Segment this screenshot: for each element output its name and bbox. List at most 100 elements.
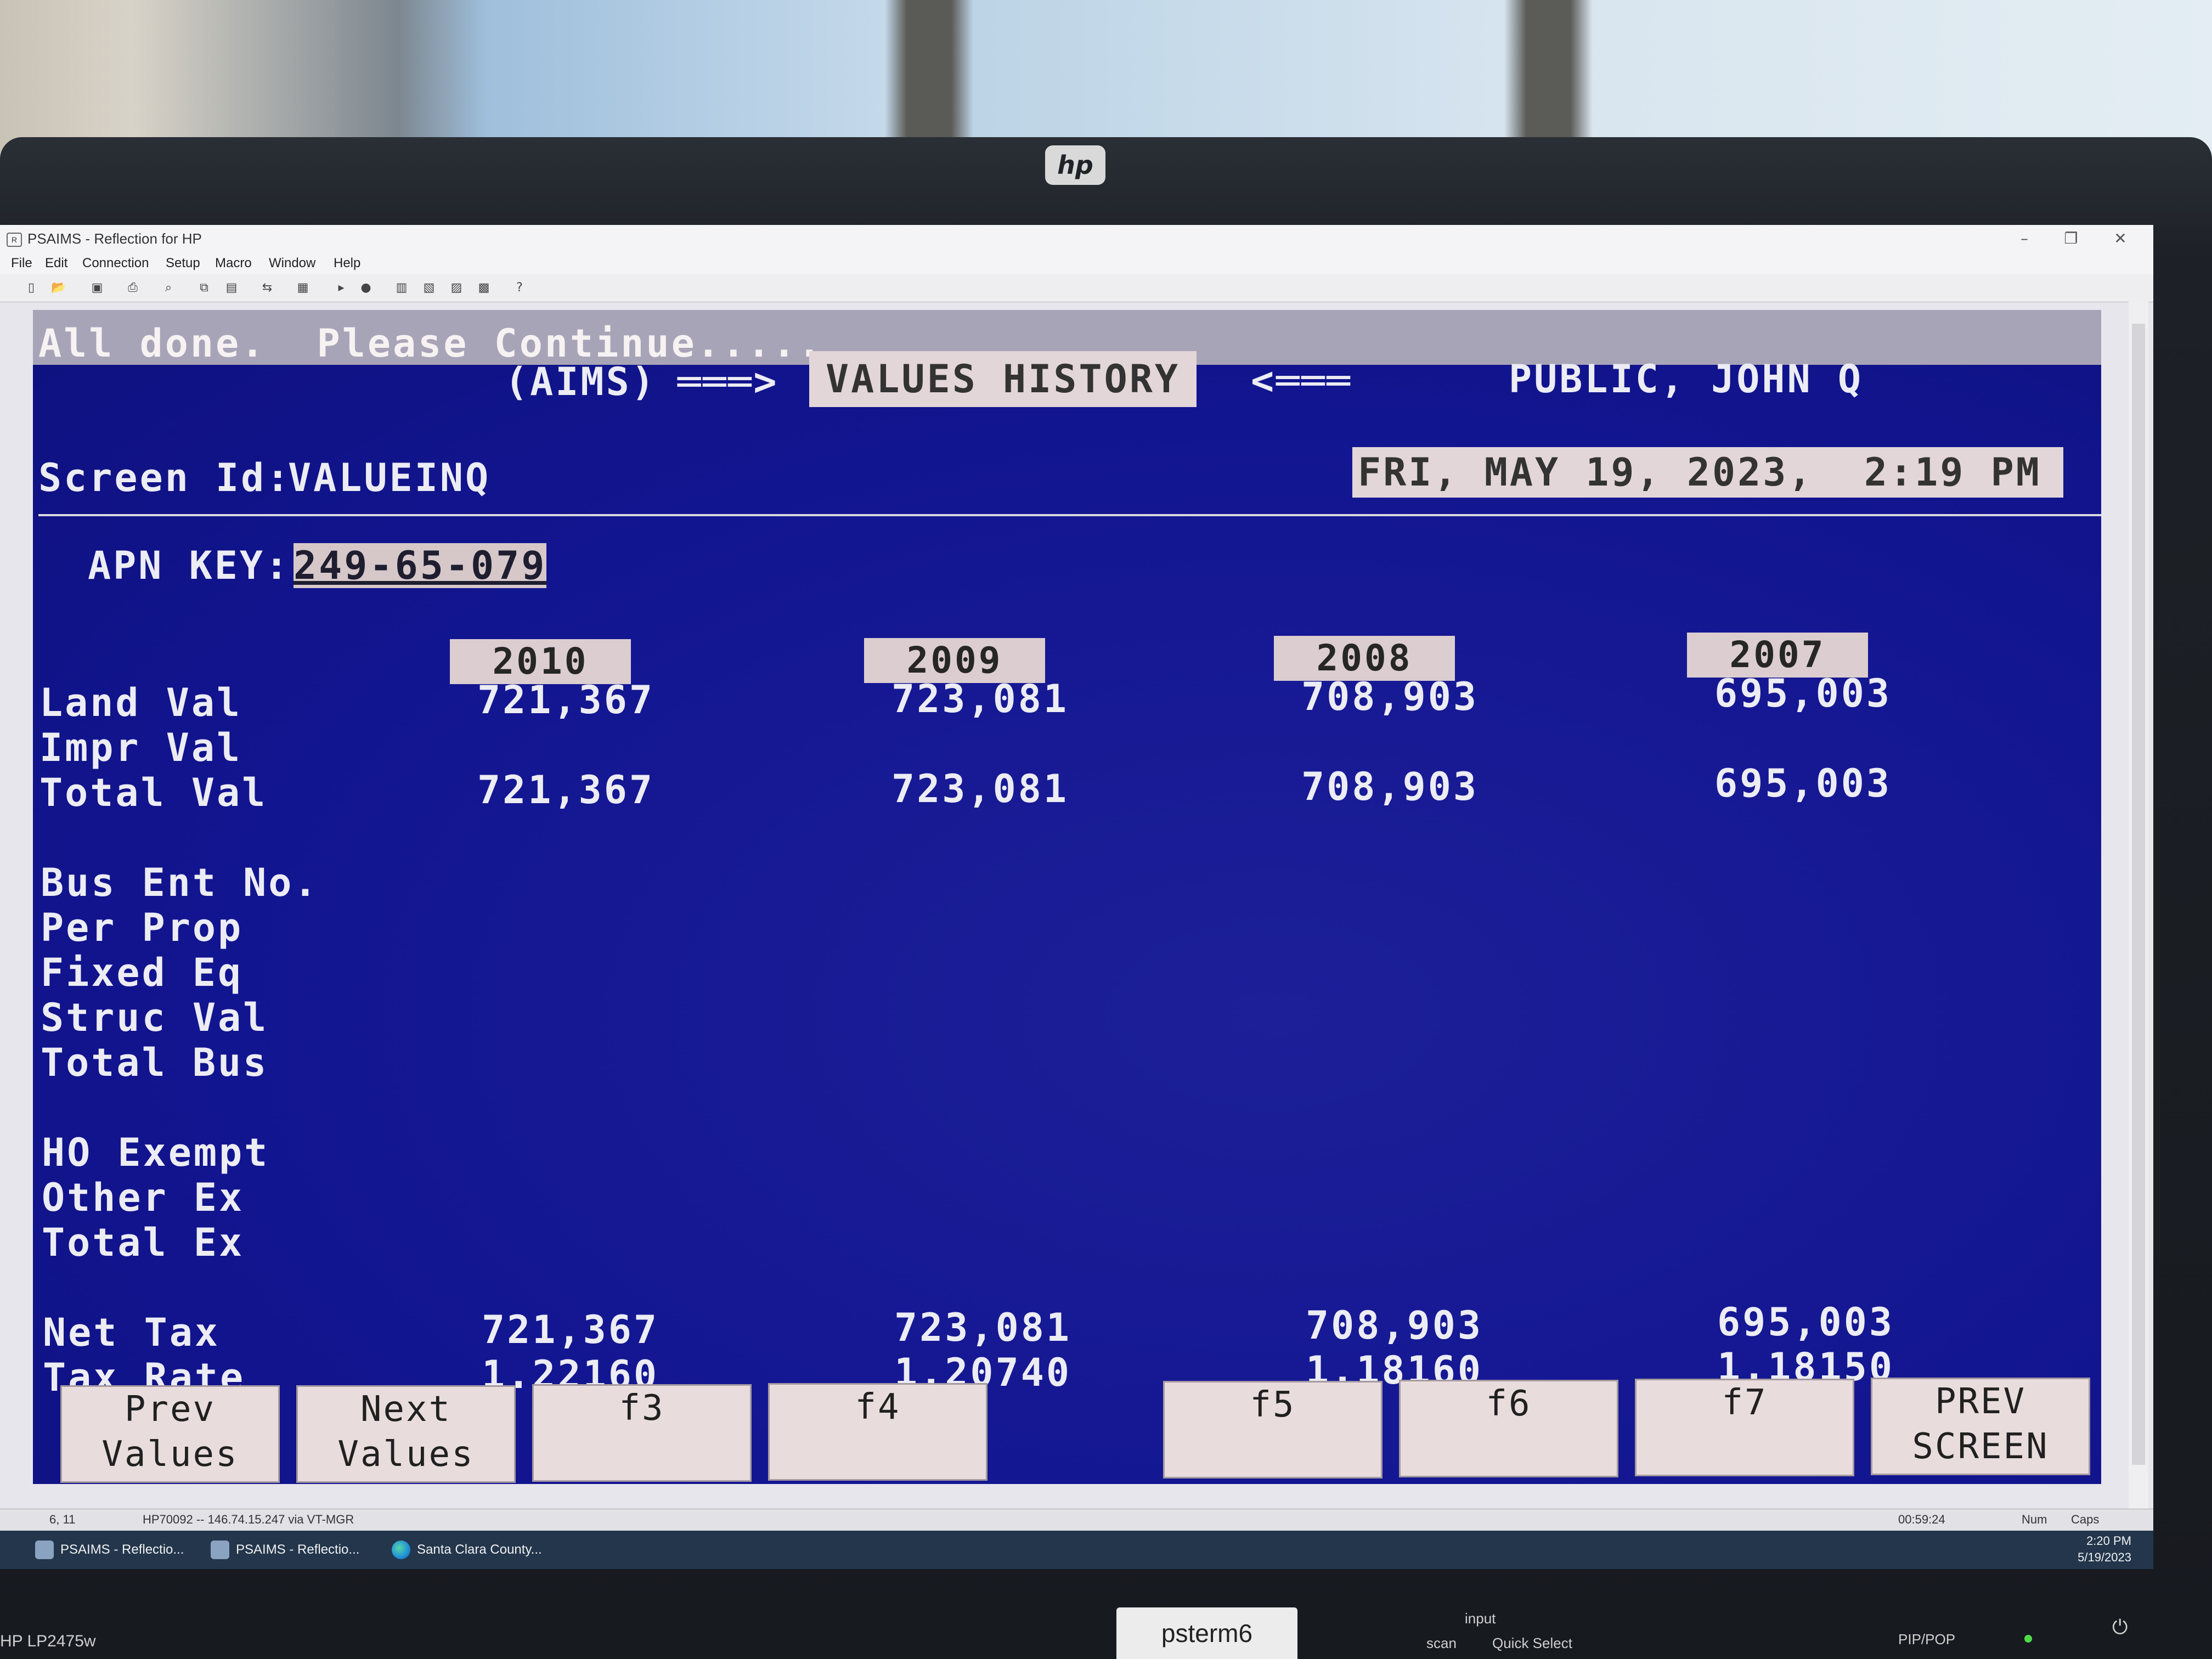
next-values-button[interactable]: Next Values [296,1385,516,1483]
minimize-icon[interactable]: – [2008,225,2041,252]
row-label-land-val: Land Val [40,680,242,725]
taskbar-clock[interactable]: 2:20 PM 5/19/2023 [2078,1533,2131,1566]
land-val-2007: 695,003 [1714,671,1892,716]
keyboard-icon[interactable]: ▧ [420,280,438,296]
status-bar: 6, 11 HP70092 -- 146.74.15.247 via VT-MG… [0,1509,2153,1530]
menu-window[interactable]: Window [269,252,315,274]
window-title: PSAIMS - Reflection for HP [27,230,202,247]
screen-title: VALUES HISTORY [809,351,1197,407]
menu-setup[interactable]: Setup [166,252,200,274]
menu-bar: File Edit Connection Setup Macro Window … [0,252,2153,274]
f7-button[interactable]: f7 [1635,1379,1854,1476]
power-icon[interactable]: ⏻ [2112,1616,2134,1638]
settings-icon[interactable]: ▦ [294,280,312,296]
arrow-left-icon: <═══ [1251,358,1352,403]
input-label: input [1465,1610,1496,1627]
apn-label: APN KEY: [88,543,291,588]
pip-button[interactable]: PIP/POP [1898,1631,1955,1648]
copy-icon[interactable]: ⧉ [195,280,213,296]
cursor-position: 6, 11 [49,1513,76,1526]
record-macro-icon[interactable]: ● [357,280,375,296]
row-label-total-ex: Total Ex [42,1220,245,1265]
reflection-icon [211,1541,229,1559]
new-icon[interactable]: ▯ [22,280,41,296]
find-icon[interactable]: ⌕ [159,280,178,296]
land-val-2010: 721,367 [477,678,655,723]
row-label-net-tax: Net Tax [43,1310,221,1355]
edge-browser-icon [392,1541,410,1559]
row-label-total-bus: Total Bus [41,1040,269,1085]
taskbar-item-psaims-2[interactable]: PSAIMS - Reflectio... [203,1534,395,1566]
play-macro-icon[interactable]: ▸ [332,280,351,296]
screen-id-label: Screen Id: [38,455,292,500]
taskbar-item-psaims-1[interactable]: PSAIMS - Reflectio... [27,1534,219,1566]
f3-button[interactable]: f3 [532,1384,752,1482]
total-val-2007: 695,003 [1714,761,1892,806]
datetime-field: FRI, MAY 19, 2023, 2:19 PM [1352,447,2063,498]
row-label-other-ex: Other Ex [42,1175,245,1220]
taskbar-item-edge[interactable]: Santa Clara County... [384,1534,587,1566]
owner-name: PUBLIC, JOHN Q [1509,357,1864,402]
title-bar: R PSAIMS - Reflection for HP – ❐ ✕ [0,225,2153,252]
paste-icon[interactable]: ▤ [222,280,241,296]
display-icon[interactable]: ▥ [392,280,411,296]
row-label-impr-val: Impr Val [40,725,242,770]
mouse-icon[interactable]: ▨ [447,280,466,296]
net-tax-2009: 723,081 [894,1305,1072,1350]
land-val-2009: 723,081 [891,676,1069,721]
terminal-screen[interactable]: All done. Please Continue..... (AIMS) ══… [33,310,2101,1484]
row-label-struc-val: Struc Val [41,995,269,1040]
menu-connection[interactable]: Connection [82,252,149,274]
total-val-2010: 721,367 [477,768,655,812]
context-help-icon[interactable]: ? [510,280,529,296]
f4-button[interactable]: f4 [768,1383,988,1481]
scrollbar-thumb[interactable] [2132,324,2145,1465]
vertical-scrollbar[interactable] [2129,302,2148,1509]
net-tax-2010: 721,367 [482,1307,659,1352]
row-label-ho-exempt: HO Exempt [42,1130,270,1175]
prev-screen-button[interactable]: PREV SCREEN [1871,1378,2090,1475]
color-icon[interactable]: ▩ [475,280,493,296]
task-label: PSAIMS - Reflectio... [236,1542,360,1557]
divider [38,514,2101,516]
clock-date: 5/19/2023 [2078,1550,2131,1564]
print-icon[interactable]: ⎙ [123,280,142,296]
row-label-fixed-eq: Fixed Eq [41,950,244,995]
apn-input[interactable]: 249-65-079 [294,543,547,588]
quick-select-button[interactable]: Quick Select [1492,1635,1572,1652]
menu-macro[interactable]: Macro [215,252,252,274]
connect-icon[interactable]: ⇆ [258,280,276,296]
toolbar: ▯ 📂 ▣ ⎙ ⌕ ⧉ ▤ ⇆ ▦ ▸ ● ▥ ▧ ▨ ▩ ? [0,274,2153,302]
open-icon[interactable]: 📂 [49,280,68,296]
reflection-icon [35,1541,54,1559]
menu-file[interactable]: File [11,252,32,274]
monitor-buttons: input scan Quick Select PIP/POP [1393,1610,2205,1659]
session-timer: 00:59:24 [1898,1513,1945,1526]
row-label-per-prop: Per Prop [41,905,244,950]
total-val-2009: 723,081 [891,766,1069,811]
task-label: PSAIMS - Reflectio... [60,1542,184,1557]
net-tax-2007: 695,003 [1717,1300,1895,1345]
monitor-model: HP LP2475w [0,1632,96,1650]
taskbar: PSAIMS - Reflectio... PSAIMS - Reflectio… [0,1531,2153,1569]
menu-help[interactable]: Help [334,252,360,274]
osd-label: psterm6 [1116,1607,1297,1659]
clock-time: 2:20 PM [2086,1534,2131,1548]
menu-edit[interactable]: Edit [45,252,67,274]
hp-logo: hp [1045,145,1105,185]
caps-lock-indicator: Caps [2071,1513,2100,1526]
system-label: (AIMS) [505,359,657,404]
restore-icon[interactable]: ❐ [2055,225,2087,252]
task-label: Santa Clara County... [417,1542,542,1557]
f5-button[interactable]: f5 [1163,1381,1383,1479]
screen: R PSAIMS - Reflection for HP – ❐ ✕ File … [0,225,2153,1569]
scan-button[interactable]: scan [1426,1635,1457,1652]
screen-id-value: VALUEINQ [288,455,491,500]
prev-values-button[interactable]: Prev Values [60,1385,280,1483]
connection-info: HP70092 -- 146.74.15.247 via VT-MGR [143,1513,354,1526]
row-label-bus-ent-no: Bus Ent No. [41,860,319,905]
save-icon[interactable]: ▣ [88,280,106,296]
net-tax-2008: 708,903 [1306,1303,1483,1348]
f6-button[interactable]: f6 [1399,1380,1618,1477]
close-icon[interactable]: ✕ [2104,225,2137,252]
